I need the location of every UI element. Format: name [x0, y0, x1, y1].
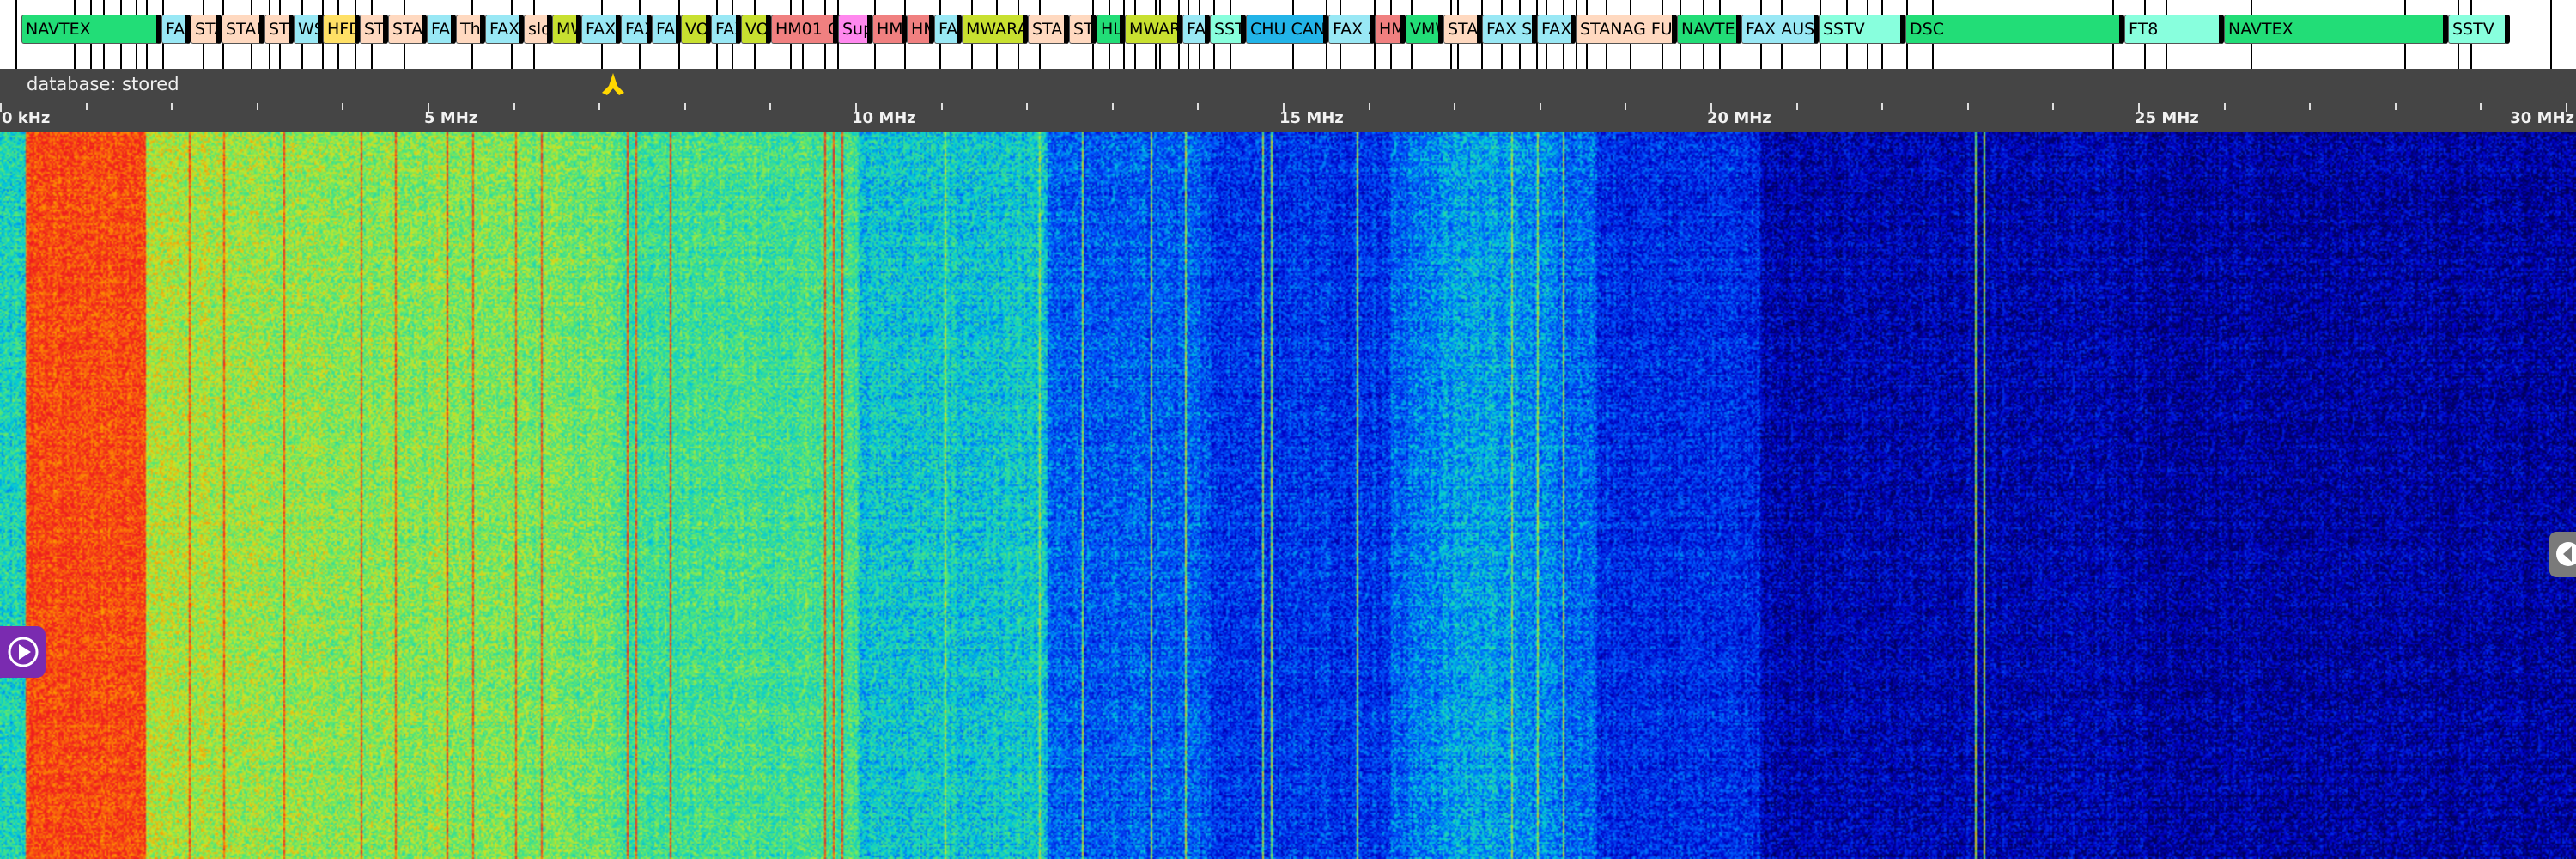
bookmark-chip[interactable]: MWAR [1125, 15, 1182, 44]
tuning-marker-icon[interactable] [598, 71, 629, 97]
bookmark-chip[interactable]: SSTV [1819, 15, 1905, 44]
bookmark-chip[interactable]: MWARA [962, 15, 1028, 44]
scale-minor-tick [2309, 103, 2311, 110]
bookmark-chip[interactable]: FAX A [1328, 15, 1375, 44]
bookmark-chip[interactable]: FAX AUS [1741, 15, 1819, 44]
status-bar: database: stored [0, 69, 2576, 103]
scale-minor-tick [1625, 103, 1626, 110]
bookmark-chip[interactable]: HM [872, 15, 907, 44]
scale-minor-tick [2224, 103, 2226, 110]
bookmark-chip[interactable]: FAX C [581, 15, 621, 44]
bookmark-chip[interactable]: FAX SC [1482, 15, 1537, 44]
scale-minor-tick [1454, 103, 1455, 110]
bookmark-chip[interactable]: NAVTEX [1677, 15, 1741, 44]
bookmark-chip[interactable]: FAX [652, 15, 681, 44]
bookmark-chip[interactable]: CHU CAN [1246, 15, 1328, 44]
scale-minor-tick [1967, 103, 1969, 110]
scale-minor-tick [1369, 103, 1370, 110]
bookmark-chip[interactable]: STA [264, 15, 294, 44]
bookmark-chip[interactable]: SSTV [1210, 15, 1246, 44]
scale-label: 25 MHz [2135, 109, 2199, 127]
scale-minor-tick [513, 103, 515, 110]
bookmark-chip[interactable]: FAX [621, 15, 652, 44]
bookmark-chip[interactable]: NAVTEX [21, 15, 161, 44]
scale-minor-tick [1796, 103, 1798, 110]
scale-label: 20 MHz [1707, 109, 1771, 127]
scale-minor-tick [257, 103, 258, 110]
bookmark-chip[interactable]: STA [1028, 15, 1069, 44]
bookmark-chip[interactable]: SSTV [2448, 15, 2510, 44]
scale-label: 15 MHz [1279, 109, 1344, 127]
scale-minor-tick [342, 103, 343, 110]
bookmark-chip[interactable]: HM [1375, 15, 1406, 44]
frequency-scale[interactable]: 0 kHz 5 MHz 10 MHz 15 MHz 20 MHz 25 MHz 30 MHz [0, 103, 2576, 132]
scale-minor-tick [1881, 103, 1883, 110]
bookmark-chip[interactable]: HFD [323, 15, 360, 44]
bookmark-line [15, 0, 17, 69]
bookmark-line [2550, 0, 2552, 69]
bookmark-chip[interactable]: STA [191, 15, 222, 44]
play-icon [8, 637, 39, 667]
bookmark-chip[interactable]: NAVTEX [2224, 15, 2448, 44]
scale-minor-tick [171, 103, 173, 110]
bookmark-chip[interactable]: STAN [222, 15, 264, 44]
scale-minor-tick [2395, 103, 2397, 110]
bookmark-chip[interactable]: HLI [1097, 15, 1125, 44]
bookmark-chip[interactable]: HM01 C [771, 15, 838, 44]
bookmark-chip[interactable]: VMW [1406, 15, 1443, 44]
play-button[interactable] [0, 626, 46, 678]
bookmark-chip[interactable]: FAX [1182, 15, 1210, 44]
bookmark-chip[interactable]: VOL [741, 15, 771, 44]
scale-minor-tick [598, 103, 600, 110]
bookmark-chip[interactable]: FAX [427, 15, 456, 44]
bookmark-chip[interactable]: STA [360, 15, 388, 44]
scale-minor-tick [2480, 103, 2482, 110]
bookmark-chip[interactable]: FAX [934, 15, 962, 44]
bookmark-chip[interactable]: HM [907, 15, 934, 44]
panel-toggle-button[interactable] [2549, 532, 2576, 577]
bookmark-chip[interactable]: slot [524, 15, 552, 44]
scale-label: 5 MHz [424, 109, 478, 127]
scale-minor-tick [941, 103, 943, 110]
bookmark-chip[interactable]: STA [1069, 15, 1097, 44]
bookmark-chip[interactable]: STAN [1443, 15, 1482, 44]
bookmark-chip[interactable]: Super [838, 15, 872, 44]
bookmark-chip[interactable]: STANAG FUV [1576, 15, 1677, 44]
bookmark-chip[interactable]: DSC [1905, 15, 2124, 44]
scale-label: 30 MHz [2510, 109, 2574, 127]
bookmark-chip[interactable]: FAX [485, 15, 524, 44]
scale-minor-tick [2052, 103, 2054, 110]
scale-minor-tick [1540, 103, 1541, 110]
scale-minor-tick [769, 103, 771, 110]
scale-label: 10 MHz [852, 109, 916, 127]
bookmark-chip[interactable]: The [456, 15, 485, 44]
bookmark-bar: NAVTEXFAXSTASTANSTAWSHFDSTASTANFAXTheFAX… [0, 0, 2576, 69]
bookmark-chip[interactable]: FT8 [2124, 15, 2224, 44]
bookmark-chip[interactable]: FAX [161, 15, 191, 44]
scale-minor-tick [684, 103, 686, 110]
bookmark-chip[interactable]: FAX [1537, 15, 1576, 44]
scale-minor-tick [1026, 103, 1028, 110]
bookmark-chip[interactable]: WS [294, 15, 323, 44]
scale-minor-tick [86, 103, 88, 110]
scale-label: 0 kHz [2, 109, 51, 127]
database-status: database: stored [27, 74, 179, 94]
waterfall-display[interactable] [0, 132, 2576, 859]
bookmark-chip[interactable]: FAX [711, 15, 741, 44]
bookmark-chip[interactable]: STAN [388, 15, 427, 44]
scale-minor-tick [1112, 103, 1114, 110]
bookmark-chip[interactable]: VOL [681, 15, 711, 44]
chevron-left-icon [2556, 542, 2576, 566]
scale-minor-tick [1197, 103, 1199, 110]
bookmark-chip[interactable]: MW [552, 15, 581, 44]
